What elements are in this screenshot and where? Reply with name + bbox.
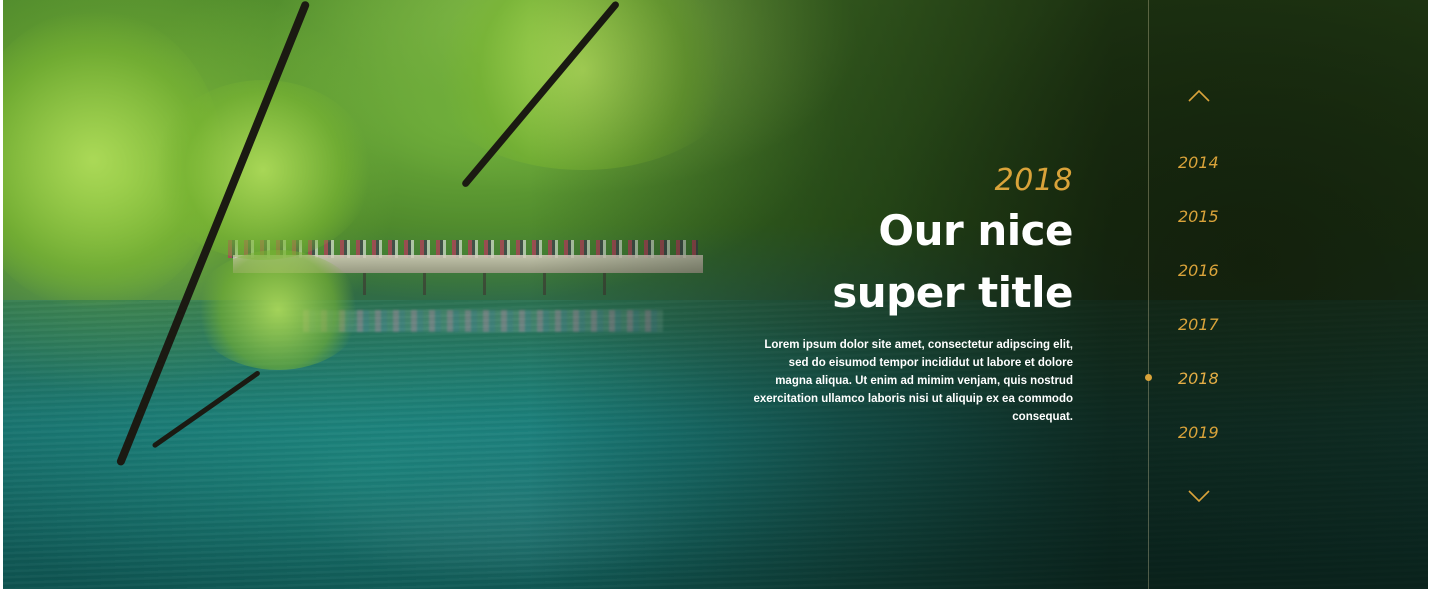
hero-title-line1: Our nice (878, 206, 1073, 255)
chevron-up-icon[interactable] (1188, 89, 1210, 105)
hero-content: 2018 Our nice super title Lorem ipsum do… (753, 158, 1073, 426)
timeline-years: 2014 2015 2016 2017 2018 2019 (1178, 150, 1219, 474)
timeline-year-2015[interactable]: 2015 (1178, 204, 1219, 258)
timeline-slider: 2018 Our nice super title Lorem ipsum do… (3, 0, 1428, 589)
foliage-lower (193, 250, 363, 370)
timeline-year-2018[interactable]: 2018 (1178, 366, 1219, 420)
hero-title-line2: super title (832, 268, 1073, 317)
hero-year: 2018 (994, 163, 1073, 198)
hero-description: Lorem ipsum dolor site amet, consectetur… (753, 339, 1073, 423)
hero-title: Our nice super title (753, 200, 1073, 324)
timeline-line (1148, 0, 1149, 589)
timeline-year-2014[interactable]: 2014 (1178, 150, 1219, 204)
chevron-down-icon[interactable] (1188, 489, 1210, 505)
timeline-active-dot (1145, 374, 1152, 381)
timeline-year-2017[interactable]: 2017 (1178, 312, 1219, 366)
timeline-year-2016[interactable]: 2016 (1178, 258, 1219, 312)
timeline-year-2019[interactable]: 2019 (1178, 420, 1219, 474)
